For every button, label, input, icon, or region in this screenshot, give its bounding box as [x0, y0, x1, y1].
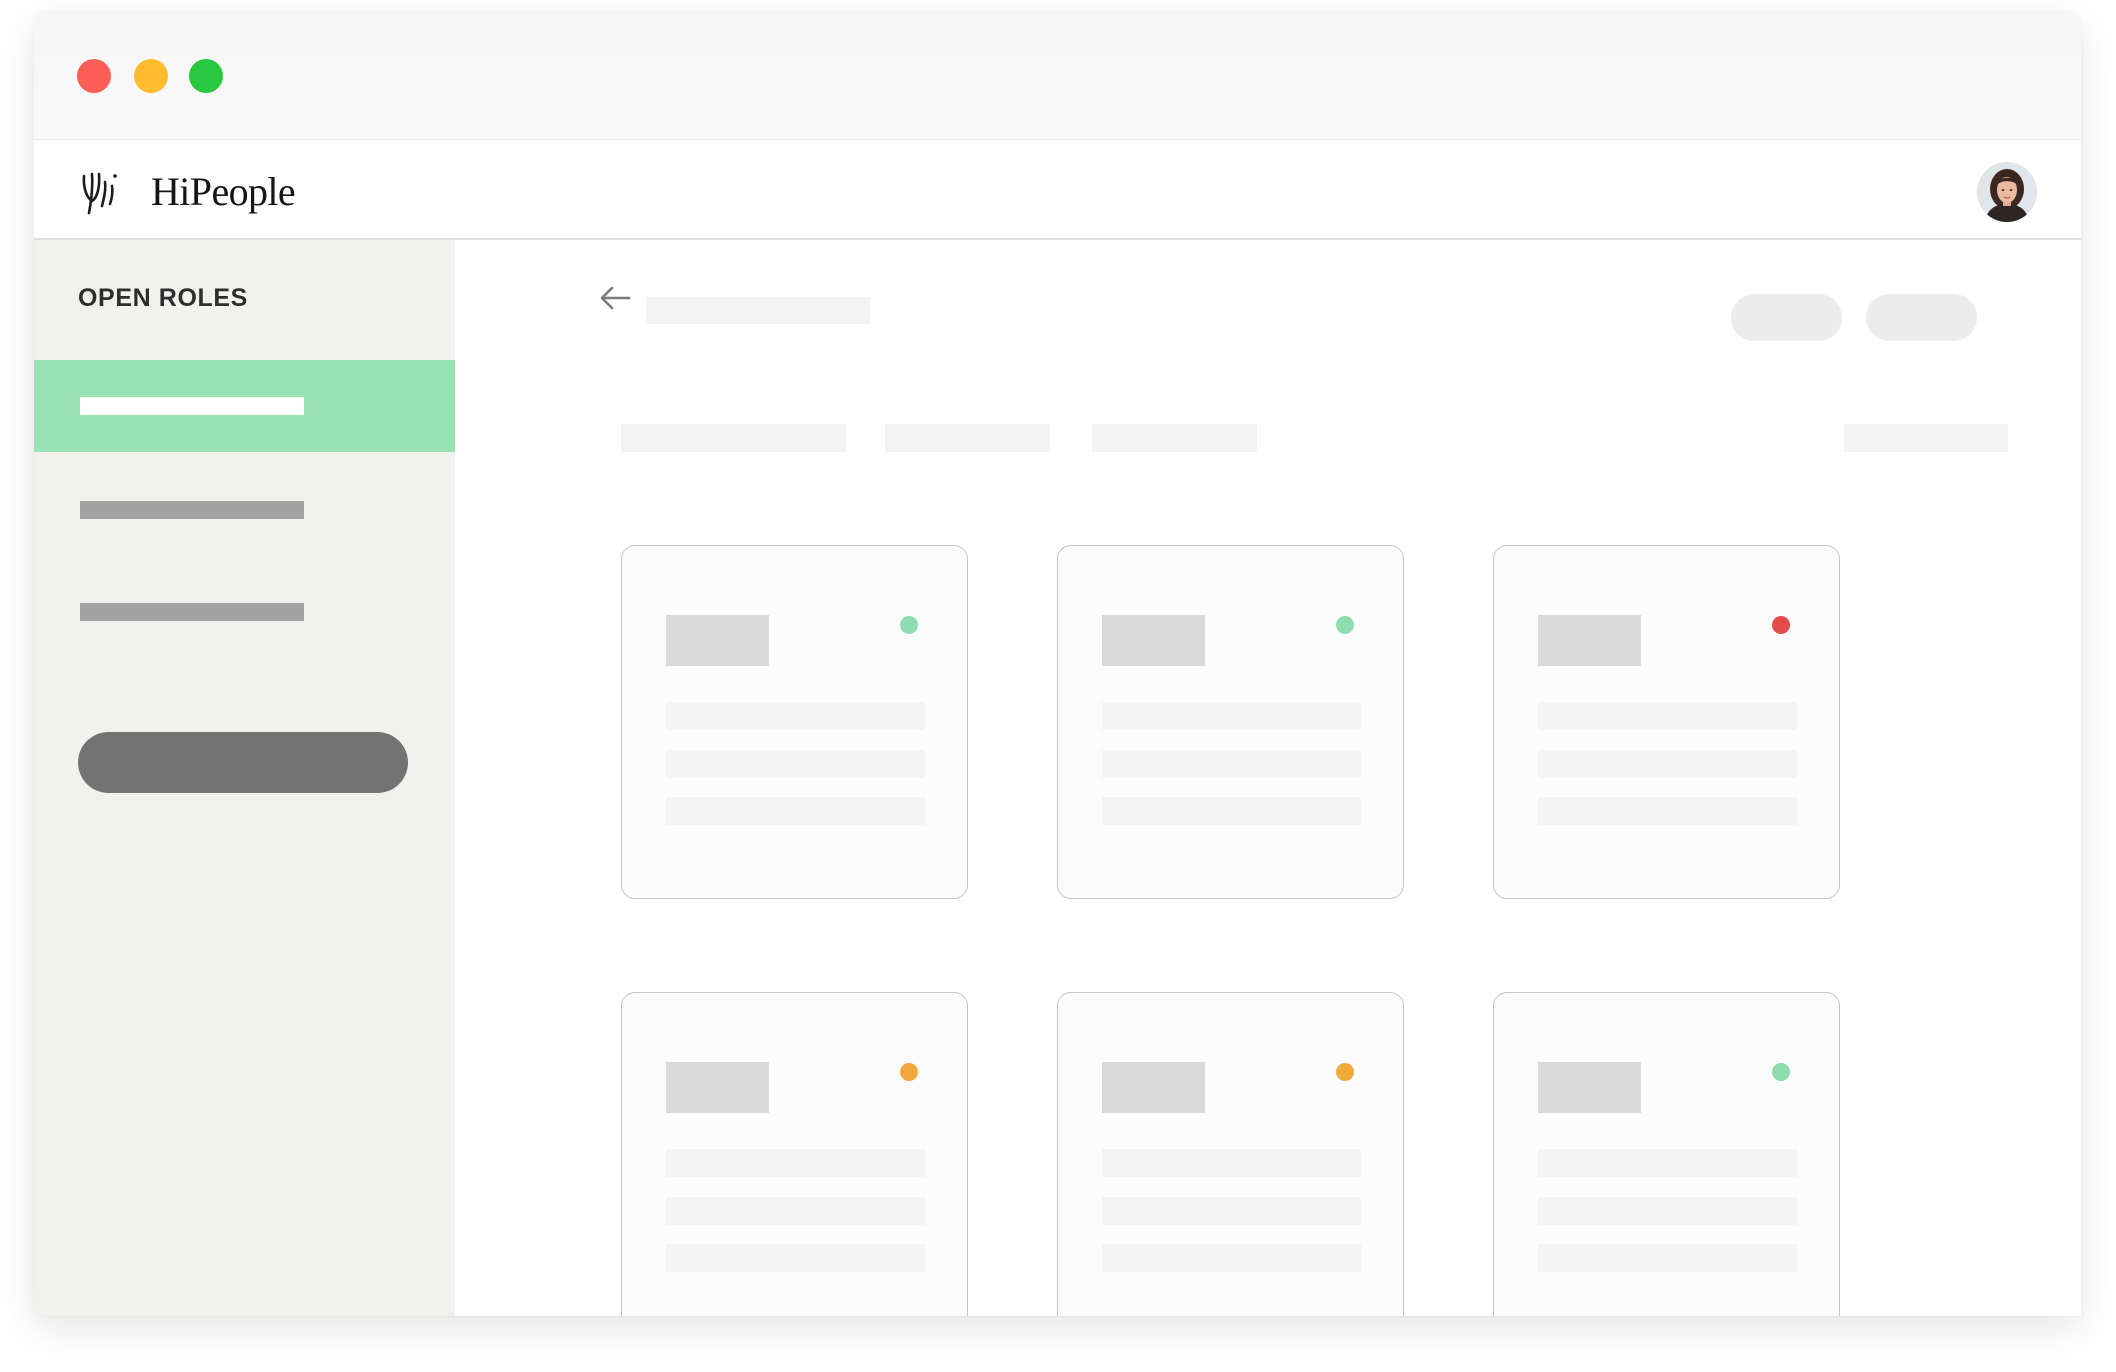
card-title-placeholder	[666, 615, 769, 666]
card-line-placeholder	[1538, 1197, 1797, 1225]
sidebar-item[interactable]	[34, 566, 455, 658]
card-line-placeholder	[1538, 1149, 1797, 1177]
card-line-placeholder	[666, 1197, 925, 1225]
card-title-placeholder	[666, 1062, 769, 1113]
card-line-placeholder	[1538, 797, 1797, 825]
tab-placeholder-1[interactable]	[621, 424, 846, 452]
status-dot	[900, 616, 918, 634]
sidebar-item-active[interactable]	[34, 360, 455, 452]
status-dot	[1772, 616, 1790, 634]
card-line-placeholder	[666, 750, 925, 778]
card-line-placeholder	[1102, 1149, 1361, 1177]
app-name[interactable]: HiPeople	[151, 166, 296, 218]
tab-placeholder-2[interactable]	[885, 424, 1050, 452]
card-line-placeholder	[666, 1244, 925, 1272]
filter-placeholder[interactable]	[1844, 424, 2008, 452]
status-dot	[1772, 1063, 1790, 1081]
card-line-placeholder	[1102, 1197, 1361, 1225]
card-line-placeholder	[1102, 750, 1361, 778]
sidebar-item[interactable]	[34, 464, 455, 556]
sidebar: OPEN ROLES	[34, 240, 455, 1316]
card-title-placeholder	[1538, 615, 1641, 666]
role-card[interactable]	[621, 992, 968, 1316]
sidebar-heading: OPEN ROLES	[78, 284, 248, 312]
sidebar-item-label-placeholder	[80, 397, 304, 415]
page-title-placeholder	[646, 297, 870, 324]
app-header: HiPeople	[34, 140, 2081, 240]
card-line-placeholder	[666, 1149, 925, 1177]
card-title-placeholder	[1102, 1062, 1205, 1113]
status-dot	[1336, 616, 1354, 634]
sidebar-primary-button[interactable]	[78, 732, 408, 793]
role-card[interactable]	[1057, 992, 1404, 1316]
role-card[interactable]	[1493, 545, 1840, 899]
role-card[interactable]	[1057, 545, 1404, 899]
arrow-left-icon[interactable]	[597, 283, 633, 313]
card-line-placeholder	[1538, 1244, 1797, 1272]
card-line-placeholder	[1102, 797, 1361, 825]
status-dot	[900, 1063, 918, 1081]
window-titlebar	[34, 12, 2081, 140]
card-line-placeholder	[666, 797, 925, 825]
card-line-placeholder	[1538, 702, 1797, 730]
card-line-placeholder	[1538, 750, 1797, 778]
card-title-placeholder	[1102, 615, 1205, 666]
browser-window: HiPeople OPEN ROLES	[34, 12, 2081, 1316]
sidebar-item-label-placeholder	[80, 501, 304, 519]
status-dot	[1336, 1063, 1354, 1081]
card-line-placeholder	[1102, 1244, 1361, 1272]
main-content	[455, 240, 2081, 1316]
sidebar-item-label-placeholder	[80, 603, 304, 621]
tab-placeholder-3[interactable]	[1092, 424, 1257, 452]
header-action-button-1[interactable]	[1731, 294, 1842, 341]
card-title-placeholder	[1538, 1062, 1641, 1113]
role-card[interactable]	[1493, 992, 1840, 1316]
hipeople-logo-icon[interactable]	[80, 168, 126, 216]
card-line-placeholder	[1102, 702, 1361, 730]
user-avatar[interactable]	[1977, 162, 2037, 222]
header-action-button-2[interactable]	[1866, 294, 1977, 341]
window-minimize-button[interactable]	[134, 59, 168, 93]
window-maximize-button[interactable]	[189, 59, 223, 93]
role-card[interactable]	[621, 545, 968, 899]
window-close-button[interactable]	[77, 59, 111, 93]
card-line-placeholder	[666, 702, 925, 730]
